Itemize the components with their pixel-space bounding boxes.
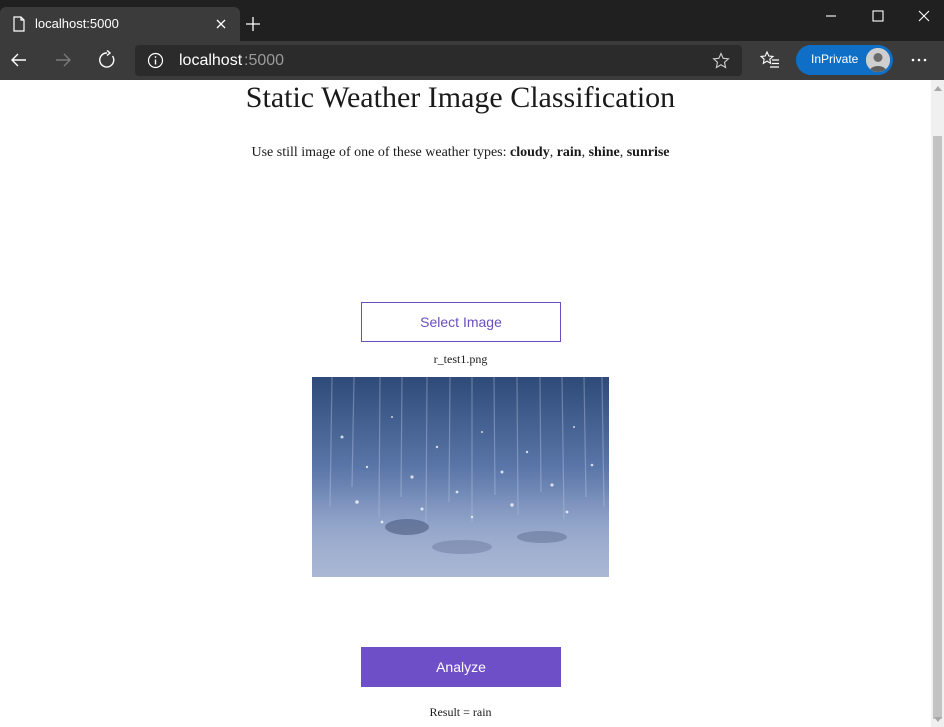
favorites-list-icon[interactable] (760, 50, 780, 70)
subtitle: Use still image of one of these weather … (251, 145, 670, 160)
avatar (866, 48, 890, 72)
weather-type-shine: shine (588, 145, 620, 160)
maximize-icon[interactable] (868, 6, 888, 26)
result-text: Result = rain (429, 705, 492, 719)
scroll-thumb[interactable] (933, 136, 942, 719)
page-viewport: Static Weather Image Classification Use … (0, 80, 931, 727)
site-info-icon[interactable] (147, 52, 164, 69)
rain-photo (312, 377, 609, 577)
analyze-button[interactable]: Analyze (361, 647, 561, 687)
select-image-button[interactable]: Select Image (361, 302, 561, 342)
avatar-person-icon (866, 48, 890, 72)
more-options-icon[interactable] (909, 50, 929, 70)
browser-titlebar: localhost:5000 (0, 0, 944, 41)
inprivate-label: InPrivate (811, 52, 859, 66)
page-title: Static Weather Image Classification (245, 81, 676, 114)
selected-filename: r_test1.png (433, 352, 488, 366)
subtitle-prefix: Use still image of one of these weather … (251, 145, 511, 160)
browser-tab[interactable]: localhost:5000 (0, 7, 240, 41)
scroll-down-arrow-icon[interactable] (934, 717, 942, 722)
minimize-icon[interactable] (821, 6, 841, 26)
scroll-up-arrow-icon[interactable] (934, 86, 942, 91)
forward-arrow-icon[interactable] (53, 50, 73, 70)
favorite-star-icon[interactable] (712, 52, 730, 70)
vertical-scrollbar[interactable] (931, 80, 944, 727)
close-window-icon[interactable] (914, 6, 934, 26)
inprivate-profile-button[interactable]: InPrivate (796, 45, 893, 75)
address-port: :5000 (244, 52, 285, 69)
back-arrow-icon[interactable] (9, 50, 29, 70)
browser-toolbar: localhost :5000 InPrivate (0, 41, 944, 80)
close-tab-icon[interactable] (214, 17, 228, 31)
image-preview (312, 377, 609, 577)
tab-title: localhost:5000 (35, 16, 119, 31)
page-icon (13, 16, 25, 32)
weather-type-sunrise: sunrise (626, 145, 670, 160)
weather-type-cloudy: cloudy (510, 145, 550, 160)
weather-type-rain: rain (556, 145, 582, 160)
address-host: localhost (179, 52, 243, 69)
refresh-icon[interactable] (97, 50, 117, 70)
address-bar[interactable]: localhost :5000 (135, 45, 742, 76)
new-tab-icon[interactable] (244, 15, 262, 33)
